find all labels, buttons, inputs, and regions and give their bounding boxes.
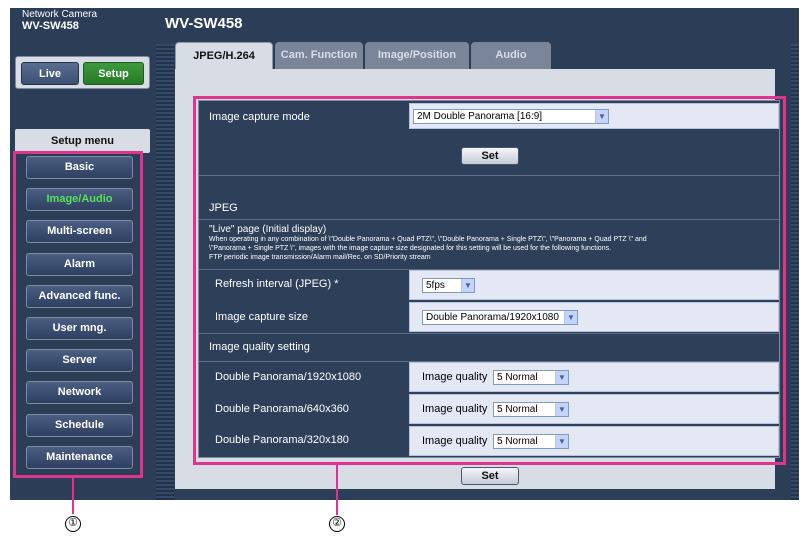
brand-model: WV-SW458 bbox=[22, 20, 79, 32]
mode-switch: Live Setup bbox=[15, 56, 150, 89]
callout-leader-1 bbox=[72, 478, 74, 514]
tab-image-position[interactable]: Image/Position bbox=[365, 42, 469, 69]
callout-number-1: ① bbox=[65, 516, 81, 532]
tab-cam-function[interactable]: Cam. Function bbox=[275, 42, 363, 69]
tab-jpeg-h264[interactable]: JPEG/H.264 bbox=[175, 42, 273, 69]
right-texture bbox=[791, 44, 799, 500]
brand-label: Network Camera bbox=[22, 9, 98, 20]
callout-menu-frame bbox=[13, 151, 143, 478]
left-texture bbox=[156, 44, 174, 500]
set-button-bottom[interactable]: Set bbox=[461, 467, 519, 485]
setup-button[interactable]: Setup bbox=[83, 62, 144, 85]
page-title: WV-SW458 bbox=[165, 15, 243, 32]
setup-menu-label: Setup menu bbox=[15, 129, 150, 153]
callout-number-2: ② bbox=[329, 516, 345, 532]
callout-panel-frame bbox=[193, 96, 786, 465]
callout-leader-2 bbox=[336, 465, 338, 515]
live-button[interactable]: Live bbox=[21, 62, 79, 85]
tab-audio[interactable]: Audio bbox=[471, 42, 551, 69]
